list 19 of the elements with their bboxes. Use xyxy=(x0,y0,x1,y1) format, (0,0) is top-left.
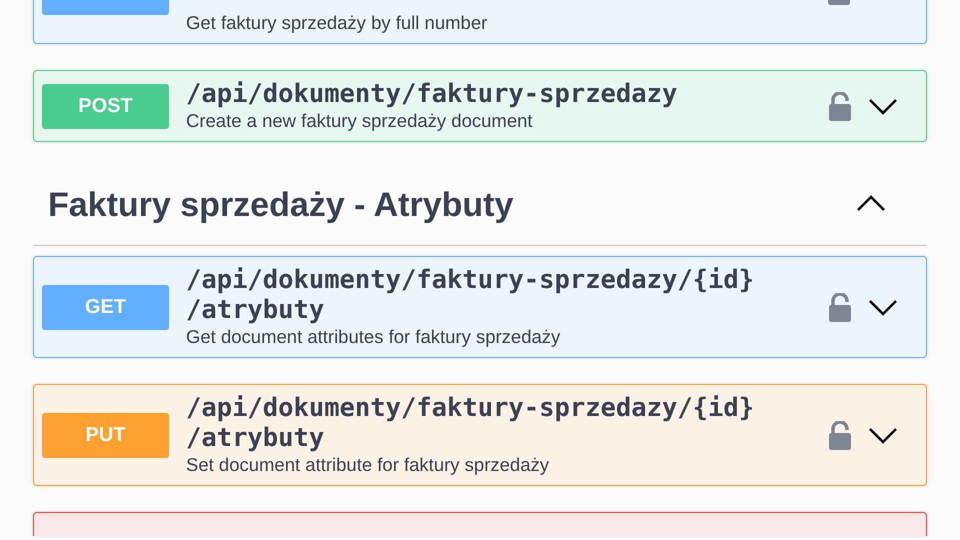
operation-card[interactable]: POST /api/dokumenty/faktury-sprzedazy Create a new faktury sprzedaży document xyxy=(33,70,927,142)
method-badge: PUT xyxy=(42,412,169,458)
operation-card[interactable]: PUT /api/dokumenty/faktury-sprzedazy/{id}/atrybuty Set document attribute for faktury sprzedaży xyxy=(33,384,927,486)
endpoint-path: /api/dokumenty/faktury-sprzedazy xyxy=(186,79,678,109)
endpoint-description: Set document attribute for faktury sprzedaży xyxy=(186,453,550,477)
operation-card[interactable]: GET /api/dokumenty/faktury-sprzedazy/{id}/atrybuty Get document attributes for faktury sprzedaży xyxy=(33,256,927,358)
operation-card[interactable] xyxy=(33,512,927,536)
endpoint-description: Create a new faktury sprzedaży document xyxy=(186,109,534,133)
method-badge: GET xyxy=(42,284,169,330)
section-title[interactable]: Faktury sprzedaży - Atrybuty xyxy=(48,186,514,225)
endpoint-description: Get document attributes for faktury sprzedaży xyxy=(186,325,562,349)
open-lock-icon[interactable] xyxy=(829,292,851,322)
endpoint-description: Get faktury sprzedaży by full number xyxy=(186,11,488,35)
endpoint-path: /api/dokumenty/faktury-sprzedazy/{id}/atrybuty xyxy=(186,393,756,453)
method-badge: POST xyxy=(42,84,169,128)
endpoint-path: /api/dokumenty/faktury-sprzedazy/{id}/atrybuty xyxy=(186,265,756,325)
open-lock-icon[interactable] xyxy=(829,420,851,450)
operation-card[interactable]: Get faktury sprzedaży by full number xyxy=(33,0,927,44)
open-lock-icon[interactable] xyxy=(829,92,851,120)
